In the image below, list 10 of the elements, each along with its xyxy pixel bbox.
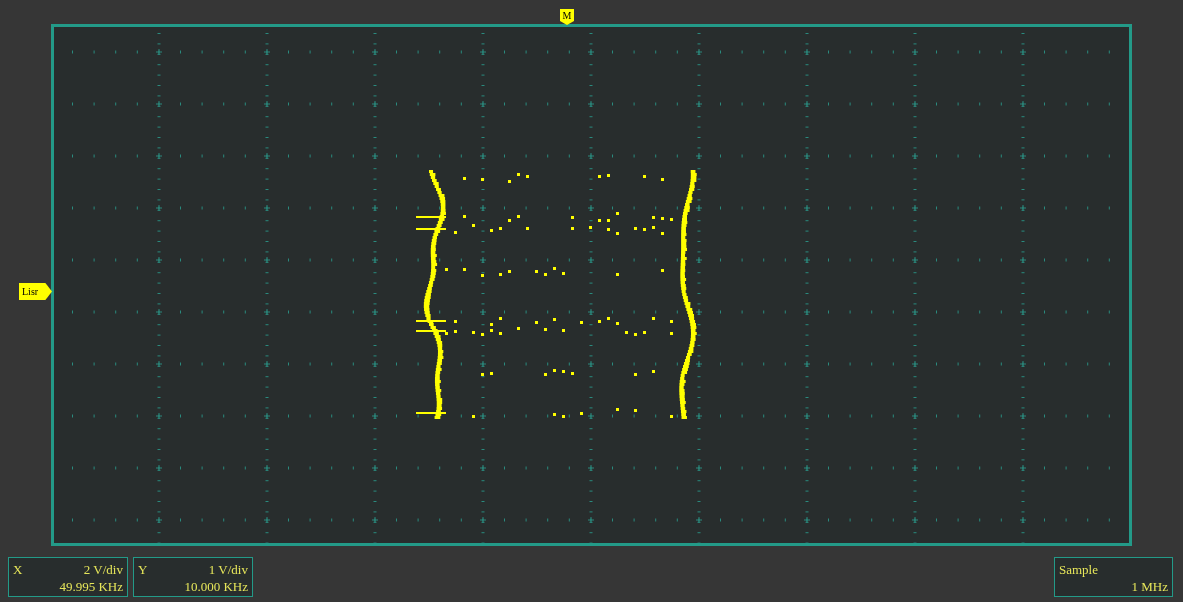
axis-label: X [13,561,23,578]
channel-marker: Lisr [19,283,52,300]
frequency-value: 10.000 KHz [184,578,248,595]
axis-label: Y [138,561,148,578]
scale-value: 1 V/div [208,561,248,578]
frequency-value: 49.995 KHz [59,578,123,595]
scale-value: 2 V/div [83,561,123,578]
acquisition-mode: Sample [1059,562,1098,577]
trigger-marker: M [560,9,574,25]
sample-rate: 1 MHz [1131,578,1168,595]
